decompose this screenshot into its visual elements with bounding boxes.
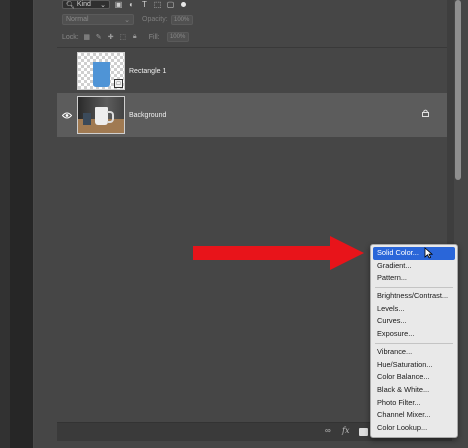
menu-item-black-white[interactable]: Black & White... xyxy=(371,384,457,397)
menu-item-vibrance[interactable]: Vibrance... xyxy=(371,346,457,359)
menu-item-color-balance[interactable]: Color Balance... xyxy=(371,371,457,384)
red-arrow xyxy=(193,236,364,270)
menu-item-exposure[interactable]: Exposure... xyxy=(371,328,457,341)
menu-item-channel-mixer[interactable]: Channel Mixer... xyxy=(371,409,457,422)
menu-item-brightness-contrast[interactable]: Brightness/Contrast... xyxy=(371,290,457,303)
menu-item-curves[interactable]: Curves... xyxy=(371,315,457,328)
mouse-cursor-icon xyxy=(424,247,433,259)
menu-item-levels[interactable]: Levels... xyxy=(371,303,457,316)
menu-separator xyxy=(375,287,453,289)
adjustment-layer-menu: Solid Color... Gradient... Pattern... Brigh… xyxy=(370,244,458,438)
menu-item-solid-color[interactable]: Solid Color... xyxy=(373,247,455,260)
menu-item-pattern[interactable]: Pattern... xyxy=(371,272,457,285)
menu-item-color-lookup[interactable]: Color Lookup... xyxy=(371,422,457,435)
menu-item-hue-saturation[interactable]: Hue/Saturation... xyxy=(371,359,457,372)
menu-item-gradient[interactable]: Gradient... xyxy=(371,260,457,273)
menu-separator xyxy=(375,342,453,344)
menu-item-photo-filter[interactable]: Photo Filter... xyxy=(371,397,457,410)
